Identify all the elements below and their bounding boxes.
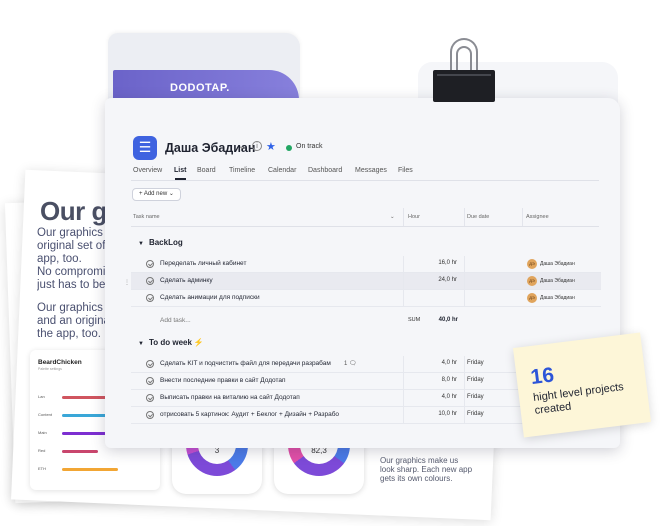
avatar[interactable]: ДЭ	[527, 293, 537, 303]
tab-board[interactable]: Board	[197, 167, 216, 174]
section-header-to-do-week[interactable]: ▼ To do week ⚡	[138, 338, 204, 347]
complete-check-icon[interactable]	[146, 360, 154, 368]
task-name[interactable]: Сделать админку	[160, 277, 213, 284]
table-row[interactable]: Переделать личный кабинет 16,0 hr ДЭ Даш…	[131, 256, 601, 273]
comment-count[interactable]: 1 🗨	[344, 360, 357, 367]
divider	[403, 208, 404, 226]
complete-check-icon[interactable]	[146, 394, 154, 402]
column-header-assignee[interactable]: Assignee	[526, 214, 549, 220]
tab-files[interactable]: Files	[398, 167, 413, 174]
avatar[interactable]: ДЭ	[527, 276, 537, 286]
divider	[464, 208, 465, 226]
task-assignee[interactable]: Даша Эбадиан	[540, 295, 575, 301]
sticky-note: 16 hight level projects created	[512, 332, 652, 438]
task-name[interactable]: Переделать личный кабинет	[160, 260, 246, 267]
task-name[interactable]: Выписать правки на виталию на сайт Додот…	[160, 394, 300, 401]
palette-row-label: Red	[38, 448, 46, 453]
tab-messages[interactable]: Messages	[355, 167, 387, 174]
complete-check-icon[interactable]	[146, 411, 154, 419]
palette-row: ETH	[38, 466, 154, 474]
task-hours[interactable]: 16,0 hr	[431, 260, 457, 266]
column-header-hour[interactable]: Hour	[408, 214, 420, 220]
task-name[interactable]: Сделать анимации для подписки	[160, 294, 260, 301]
table-row[interactable]: Сделать админку 24,0 hr ДЭ Даша Эбадиан	[131, 273, 601, 290]
palette-row-label: Content	[38, 412, 53, 417]
add-new-button[interactable]: + Add new ⌄	[132, 188, 181, 201]
task-hours[interactable]: 4,0 hr	[431, 360, 457, 366]
complete-check-icon[interactable]	[146, 260, 154, 268]
collapse-triangle-icon[interactable]: ▼	[138, 341, 144, 347]
task-assignee[interactable]: Даша Эбадиан	[540, 278, 575, 284]
palette-row-label: ETH	[38, 466, 46, 471]
sticky-number: 16	[529, 363, 556, 390]
task-due-date[interactable]: Friday	[467, 411, 484, 417]
status-dot-icon	[286, 145, 292, 151]
task-hours[interactable]: 8,0 hr	[431, 377, 457, 383]
folder-label: DODOTAP.	[170, 82, 230, 94]
column-header-due-date[interactable]: Due date	[467, 214, 489, 220]
task-hours[interactable]: 10,0 hr	[431, 411, 457, 417]
palette-row: Red	[38, 448, 154, 456]
task-name[interactable]: Внести последние правки в сайт Додотап	[160, 377, 286, 384]
column-header-task-name[interactable]: Task name	[133, 214, 160, 220]
lightning-icon: ⚡	[193, 338, 204, 347]
complete-check-icon[interactable]	[146, 294, 154, 302]
chevron-down-icon[interactable]: ⌄	[238, 141, 246, 152]
tab-list[interactable]: List	[174, 167, 186, 174]
divider	[522, 208, 523, 226]
palette-card-title: BeardChicken	[38, 359, 82, 366]
task-assignee[interactable]: Даша Эбадиан	[540, 261, 575, 267]
add-task-link[interactable]: Add task...	[160, 317, 191, 324]
complete-check-icon[interactable]	[146, 377, 154, 385]
background-caption: Our graphics make us look sharp. Each ne…	[380, 456, 473, 483]
table-row[interactable]: Сделать анимации для подписки ДЭ Даша Эб…	[131, 290, 601, 307]
task-due-date[interactable]: Friday	[467, 394, 484, 400]
palette-row-bar	[62, 468, 118, 471]
tab-overview[interactable]: Overview	[133, 167, 162, 174]
section-title: BackLog	[148, 238, 183, 247]
palette-row-label: Main	[38, 430, 47, 435]
task-name[interactable]: Сделать KIT и подчистить файл для переда…	[160, 360, 331, 367]
list-icon[interactable]: ☰	[133, 136, 157, 160]
task-hours[interactable]: 4,0 hr	[431, 394, 457, 400]
avatar[interactable]: ДЭ	[527, 259, 537, 269]
sum-label: SUM	[408, 317, 421, 323]
divider	[131, 226, 599, 227]
palette-row-label: Lan	[38, 394, 45, 399]
task-due-date[interactable]: Friday	[467, 360, 484, 366]
tab-timeline[interactable]: Timeline	[229, 167, 255, 174]
chevron-down-icon[interactable]: ⌄	[390, 214, 395, 220]
task-due-date[interactable]: Friday	[467, 377, 484, 383]
info-icon[interactable]: i	[252, 141, 262, 151]
section-title: To do week	[148, 338, 192, 347]
palette-row-bar	[62, 450, 98, 453]
task-name[interactable]: отрисовать 5 картинок: Аудит + Беклог + …	[160, 411, 339, 418]
tab-dashboard[interactable]: Dashboard	[308, 167, 342, 174]
tab-calendar[interactable]: Calendar	[268, 167, 296, 174]
binder-clip-icon	[433, 70, 495, 102]
divider	[131, 180, 599, 181]
star-icon[interactable]: ★	[266, 140, 276, 153]
collapse-triangle-icon[interactable]: ▼	[138, 241, 144, 247]
section-header-backlog[interactable]: ▼ BackLog	[138, 238, 183, 247]
status-badge[interactable]: On track	[296, 143, 322, 150]
palette-card-subtitle: Palette settings	[38, 367, 62, 371]
comment-icon: 🗨	[349, 361, 357, 367]
sum-value: 40,0 hr	[438, 317, 458, 323]
complete-check-icon[interactable]	[146, 277, 154, 285]
task-hours[interactable]: 24,0 hr	[431, 277, 457, 283]
